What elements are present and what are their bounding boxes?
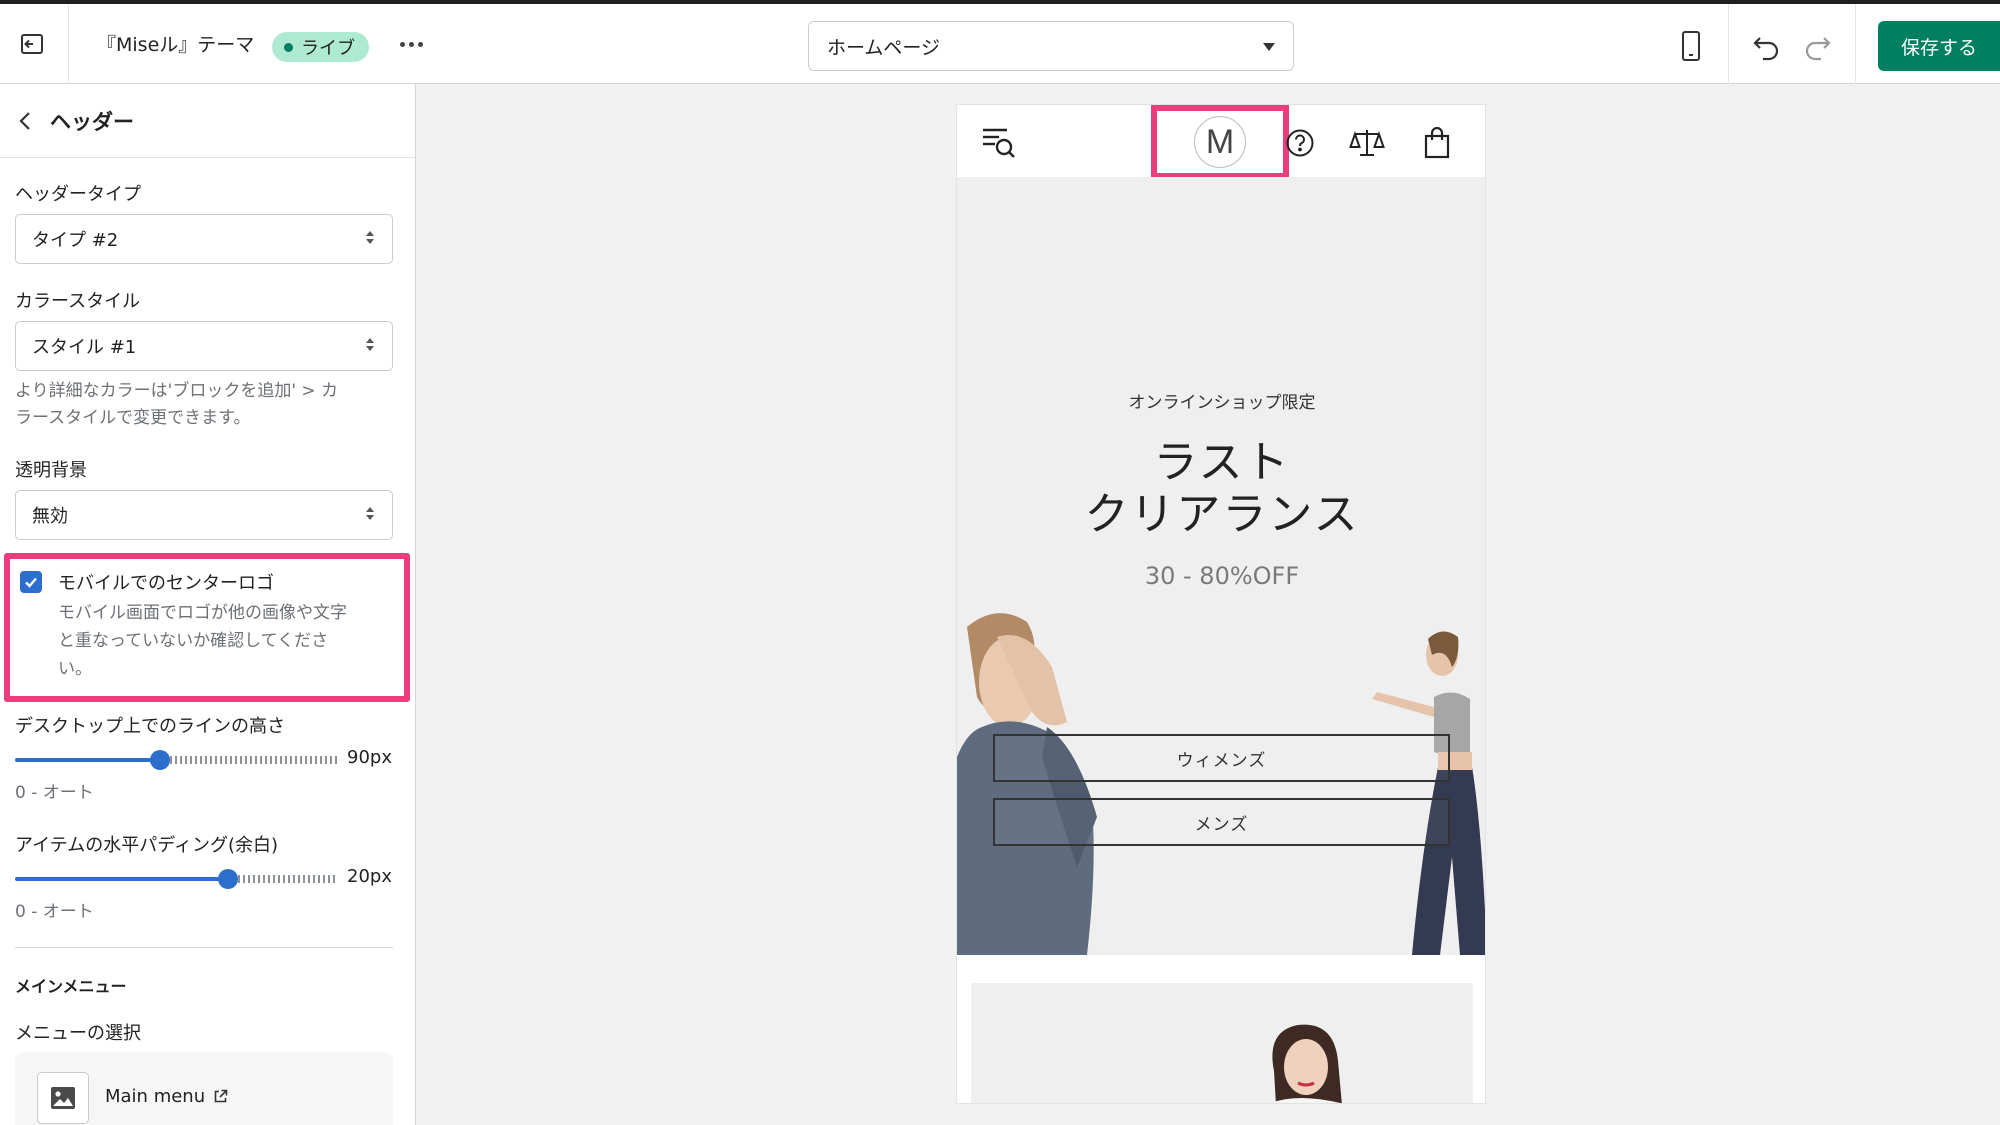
mobile-view-button[interactable] [1671, 26, 1711, 66]
section-title: ヘッダー [50, 109, 134, 134]
menu-name-link[interactable]: Main menu [105, 1086, 228, 1107]
menu-search-icon [983, 128, 1015, 158]
topbar-divider [1855, 4, 1856, 84]
exit-editor-button[interactable] [14, 26, 50, 62]
live-dot-icon [284, 42, 293, 52]
compare-button[interactable] [1347, 123, 1387, 163]
line-height-label: デスクトップ上でのラインの高さ [15, 716, 285, 737]
more-actions-button[interactable] [396, 26, 426, 62]
back-chevron-icon[interactable] [18, 110, 32, 132]
help-line: と重なっていないか確認してくださ [58, 631, 329, 651]
help-line: い。 [58, 659, 92, 679]
line-height-help: 0 - オート [15, 783, 94, 803]
hero-title-line: クリアランス [1084, 489, 1360, 540]
womens-button[interactable]: ウィメンズ [993, 734, 1450, 782]
preview-header: M [957, 105, 1485, 179]
center-logo-label[interactable]: モバイルでのセンターロゴ [58, 569, 274, 595]
dot-icon [399, 41, 405, 47]
redo-button[interactable] [1798, 26, 1838, 66]
checkmark-icon [25, 577, 37, 588]
storefront-preview: M オンラインショップ限定 ラスト クリアランス 30 - 80%OFF ウィメ… [956, 104, 1486, 1104]
hero-model-right-image [1372, 631, 1485, 955]
topbar-divider [68, 4, 69, 84]
store-logo-highlight[interactable]: M [1151, 105, 1289, 179]
main-menu-heading: メインメニュー [15, 977, 127, 996]
redo-icon [1805, 37, 1831, 61]
image-icon [51, 1087, 75, 1109]
undo-button[interactable] [1746, 26, 1786, 66]
featured-collection-section [971, 983, 1473, 1103]
color-style-help: より詳細なカラーは'ブロックを追加' > カ ラースタイルで変更できます。 [15, 378, 393, 432]
header-type-select[interactable]: タイプ #2 [15, 214, 393, 264]
line-height-slider[interactable] [15, 750, 337, 770]
help-line: より詳細なカラーは'ブロックを追加' > カ [15, 381, 339, 401]
select-arrows-icon [366, 231, 374, 244]
hero-eyebrow: オンラインショップ限定 [1128, 393, 1316, 413]
section-divider [15, 947, 393, 948]
mobile-device-icon [1682, 31, 1700, 61]
color-style-value: スタイル #1 [32, 337, 137, 358]
featured-model-image [1270, 1024, 1342, 1103]
center-logo-help: モバイル画面でロゴが他の画像や文字 と重なっていないか確認してくださ い。 [58, 599, 404, 683]
hero-title: ラスト クリアランス [957, 437, 1485, 541]
hero-subtitle: 30 - 80%OFF [1144, 562, 1300, 590]
live-badge-label: ライブ [301, 38, 355, 59]
help-button[interactable] [1282, 125, 1318, 161]
transparent-bg-select[interactable]: 無効 [15, 490, 393, 540]
hero-title-line: ラスト [1153, 437, 1291, 488]
store-logo: M [1194, 116, 1246, 168]
line-height-value: 90px [347, 747, 392, 768]
hero-banner: オンラインショップ限定 ラスト クリアランス 30 - 80%OFF ウィメンズ… [957, 177, 1485, 955]
editor-topbar: 『Miseル』テーマ ライブ ホームページ 保存する [0, 0, 2000, 84]
item-padding-label: アイテムの水平パディング(余白) [15, 835, 278, 856]
live-status-badge: ライブ [272, 32, 369, 62]
mens-button[interactable]: メンズ [993, 798, 1450, 846]
external-link-icon [214, 1089, 228, 1103]
menu-name: Main menu [105, 1086, 206, 1107]
theme-name: 『Miseル』テーマ [97, 34, 255, 56]
help-line: モバイル画面でロゴが他の画像や文字 [58, 603, 347, 623]
slider-track-rest [160, 756, 337, 764]
topbar-divider [1728, 4, 1729, 84]
cart-button[interactable] [1419, 123, 1455, 163]
chevron-down-icon [1263, 43, 1275, 51]
dot-icon [417, 41, 423, 47]
dot-icon [408, 41, 414, 47]
menu-picker-card[interactable]: Main menu [15, 1052, 393, 1125]
slider-fill [15, 758, 160, 762]
save-button[interactable]: 保存する [1878, 21, 2000, 71]
transparent-bg-label: 透明背景 [15, 460, 87, 481]
settings-sidebar: ヘッダー ヘッダータイプ タイプ #2 カラースタイル スタイル #1 より詳細… [0, 84, 416, 1125]
center-logo-checkbox[interactable] [20, 571, 42, 593]
header-type-value: タイプ #2 [32, 230, 119, 251]
shopping-bag-icon [1424, 127, 1450, 159]
page-select[interactable]: ホームページ [808, 21, 1294, 71]
sidebar-header: ヘッダー [0, 84, 415, 158]
slider-track-rest [228, 875, 337, 883]
item-padding-value: 20px [347, 866, 392, 887]
question-circle-icon [1286, 129, 1314, 157]
exit-icon [21, 34, 43, 54]
item-padding-slider[interactable] [15, 869, 337, 889]
item-padding-help: 0 - オート [15, 902, 94, 922]
header-type-label: ヘッダータイプ [15, 184, 141, 205]
transparent-bg-value: 無効 [32, 506, 68, 527]
slider-thumb[interactable] [218, 869, 238, 889]
scale-compare-icon [1349, 130, 1385, 156]
page-select-value: ホームページ [827, 36, 941, 59]
help-line: ラースタイルで変更できます。 [15, 408, 251, 428]
undo-icon [1753, 37, 1779, 61]
menu-thumbnail [37, 1072, 89, 1124]
slider-fill [15, 877, 228, 881]
select-arrows-icon [366, 338, 374, 351]
color-style-select[interactable]: スタイル #1 [15, 321, 393, 371]
center-logo-highlight: モバイルでのセンターロゴ モバイル画面でロゴが他の画像や文字 と重なっていないか… [4, 553, 410, 702]
color-style-label: カラースタイル [15, 291, 141, 312]
select-arrows-icon [366, 507, 374, 520]
slider-thumb[interactable] [150, 750, 170, 770]
menu-select-label: メニューの選択 [15, 1023, 141, 1044]
menu-search-button[interactable] [979, 123, 1019, 163]
